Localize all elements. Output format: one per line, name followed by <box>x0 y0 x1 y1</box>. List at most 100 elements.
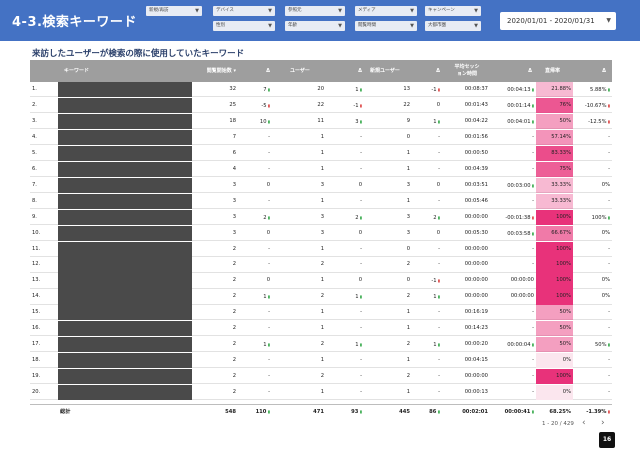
cell-ud: - <box>328 130 362 145</box>
cell-u-value: 2 <box>320 341 324 348</box>
filter-dropdown[interactable]: 大都市圏 ▼ <box>425 21 481 31</box>
col-sessions[interactable]: 閲覧開始数 ▾ <box>200 60 236 82</box>
cell-b-value: 100% <box>556 213 571 220</box>
table-row[interactable]: 20. 2-1-1-00:00:13-0% - <box>30 385 612 401</box>
cell-t: 00:14:23 <box>444 321 488 336</box>
table-row[interactable]: 8. 3-1-1-00:05:46-33.33% - <box>30 193 612 209</box>
table-row[interactable]: 19. 2-2-2-00:00:00-100% - <box>30 369 612 385</box>
cell-td-value: - <box>532 325 534 332</box>
prev-page-button[interactable]: ‹ <box>582 418 586 428</box>
col-delta-sessions[interactable]: Δ <box>250 60 270 82</box>
cell-t-value: 00:00:13 <box>464 389 488 396</box>
filter-dropdown[interactable]: 参照元 ▼ <box>285 6 345 16</box>
cell-td: 00:03:00 ▮ <box>490 178 534 193</box>
cell-n-value: 3 <box>406 229 410 236</box>
table-row[interactable]: 9. 3 2 ▮ 3 2 ▮ 3 2 ▮ 00:00:00 -00:01:38 ▮ 100% 100… <box>30 209 612 225</box>
row-number-value: 18. <box>32 357 41 364</box>
col-bounce-rate[interactable]: 直帰率 <box>545 60 560 82</box>
cell-t-value: 00:01:56 <box>464 133 488 140</box>
cell-u: 2 <box>270 289 324 304</box>
cell-sd: - <box>240 369 270 384</box>
table-row[interactable]: 2. 25 -5 ▮ 22 -1 ▮ 22 0 00:01:43 00:01:14 ▮ 76% -1… <box>30 97 612 114</box>
cell-td: 00:01:14 ▮ <box>490 98 534 113</box>
table-row[interactable]: 15. 2-1-1-00:16:19-50% - <box>30 305 612 321</box>
keyword-redacted <box>58 369 192 385</box>
col-new-users[interactable]: 新規ユーザー <box>370 60 400 82</box>
row-number-value: 4. <box>32 133 37 140</box>
cell-bd: 0% <box>576 178 610 193</box>
table-row[interactable]: 4. 7-1-0-00:01:56-57.14% - <box>30 129 612 146</box>
col-delta-users[interactable]: Δ <box>346 60 362 82</box>
cell-b-value: 21.88% <box>551 86 571 92</box>
keyword-redacted <box>58 273 192 289</box>
cell-td-value: - <box>532 197 534 204</box>
cell-ud: - <box>328 321 362 336</box>
cell-u-value: 1 <box>320 165 324 172</box>
table-row[interactable]: 13. 2 0 1 0 0 -1 ▮ 00:00:00 00:00:00 100% 0% <box>30 273 612 289</box>
cell-t-value: 00:04:22 <box>464 117 488 124</box>
table-row[interactable]: 5. 6-1-1-00:00:50-83.33% - <box>30 145 612 161</box>
cell-s-value: 2 <box>232 293 236 300</box>
filter-dropdown[interactable]: 性別 ▼ <box>213 21 275 31</box>
cell-ud: 0 <box>328 178 362 193</box>
cell-bd-value: - <box>608 373 610 380</box>
cell-t: 00:00:00 <box>444 289 488 304</box>
keyword-redacted <box>58 161 192 177</box>
cell-n: 1 <box>366 321 410 336</box>
next-page-button[interactable]: › <box>601 418 605 428</box>
total-b: 68.25% <box>536 405 571 419</box>
cell-bd-value: - <box>608 197 610 204</box>
cell-n: 2 <box>366 337 410 352</box>
cell-u-value: 20 <box>317 86 324 92</box>
col-avg-session-line2: ョン時間 <box>456 70 477 77</box>
table-row[interactable]: 16. 2-1-1-00:14:23-50% - <box>30 321 612 337</box>
cell-b: 100% <box>536 369 571 384</box>
date-range-picker[interactable]: 2020/01/01 - 2020/01/31 ▼ <box>500 12 616 30</box>
row-number: 16. <box>32 321 52 336</box>
table-row[interactable]: 7. 3 0 3 0 3 0 00:03:51 00:03:00 ▮ 33.33% 0% <box>30 177 612 193</box>
table-row[interactable]: 11. 2-1-0-00:00:00-100% - <box>30 241 612 257</box>
filter-dropdown[interactable]: 新規/再訪 ▼ <box>146 6 202 16</box>
cell-nd-value: - <box>438 197 440 204</box>
table-row[interactable]: 12. 2-2-2-00:00:00-100% - <box>30 257 612 273</box>
cell-b-value: 100% <box>556 261 571 268</box>
cell-n-value: 13 <box>403 86 410 92</box>
cell-u: 1 <box>270 305 324 320</box>
filter-dropdown[interactable]: キャンペーン ▼ <box>425 6 481 16</box>
table-row[interactable]: 14. 2 1 ▮ 2 1 ▮ 2 1 ▮ 00:00:00 00:00:00 100% 0% <box>30 289 612 305</box>
keyword-redacted <box>58 241 192 257</box>
cell-s-value: 2 <box>232 245 236 252</box>
cell-nd-value: 0 <box>436 229 440 236</box>
col-keyword[interactable]: キーワード <box>64 60 89 82</box>
total-t: 00:02:01 <box>444 405 488 419</box>
cell-t: 00:01:43 <box>444 98 488 113</box>
filter-dropdown[interactable]: メディア ▼ <box>355 6 417 16</box>
col-users[interactable]: ユーザー <box>290 60 310 82</box>
total-ud: 93 ▮ <box>328 405 362 419</box>
cell-td-value: - <box>532 389 534 396</box>
table-row[interactable]: 10. 3 0 3 0 3 0 00:05:30 00:03:58 ▮ 66.67% 0% <box>30 225 612 241</box>
filter-dropdown[interactable]: 閲覧時間 ▼ <box>355 21 417 31</box>
table-row[interactable]: 17. 2 1 ▮ 2 1 ▮ 2 1 ▮ 00:00:20 00:00:04 ▮ 50% 50% … <box>30 337 612 353</box>
cell-nd-value: - <box>438 261 440 268</box>
table-row[interactable]: 6. 4-1-1-00:04:39-75% - <box>30 161 612 177</box>
cell-n: 9 <box>366 114 410 129</box>
trend-up-icon: ▮ <box>530 102 534 108</box>
keyword-redacted <box>58 177 192 193</box>
cell-bd: - <box>576 353 610 368</box>
filter-dropdown[interactable]: デバイス ▼ <box>213 6 275 16</box>
table-row[interactable]: 3. 18 10 ▮ 11 3 ▮ 9 1 ▮ 00:04:22 00:04:01 ▮ 50% -1… <box>30 113 612 130</box>
col-delta-bounce[interactable]: Δ <box>590 60 606 82</box>
cell-bd: - <box>576 369 610 384</box>
cell-sd: - <box>240 321 270 336</box>
total-t-value: 00:02:01 <box>462 409 488 415</box>
col-delta-new-users[interactable]: Δ <box>424 60 440 82</box>
col-avg-session[interactable]: 平均セッシ ョン時間 <box>444 60 490 82</box>
table-row[interactable]: 18. 2-1-1-00:04:15-0% - <box>30 353 612 369</box>
cell-bd: - <box>576 130 610 145</box>
cell-ud-value: - <box>360 357 362 364</box>
filter-dropdown[interactable]: 年齢 ▼ <box>285 21 345 31</box>
cell-ud-value: - <box>360 389 362 396</box>
col-delta-avg-session[interactable]: Δ <box>516 60 532 82</box>
table-row[interactable]: 1. 32 7 ▮ 20 1 ▮ 13 -1 ▮ 00:08:37 00:04:13 ▮ 21.8… <box>30 82 612 98</box>
